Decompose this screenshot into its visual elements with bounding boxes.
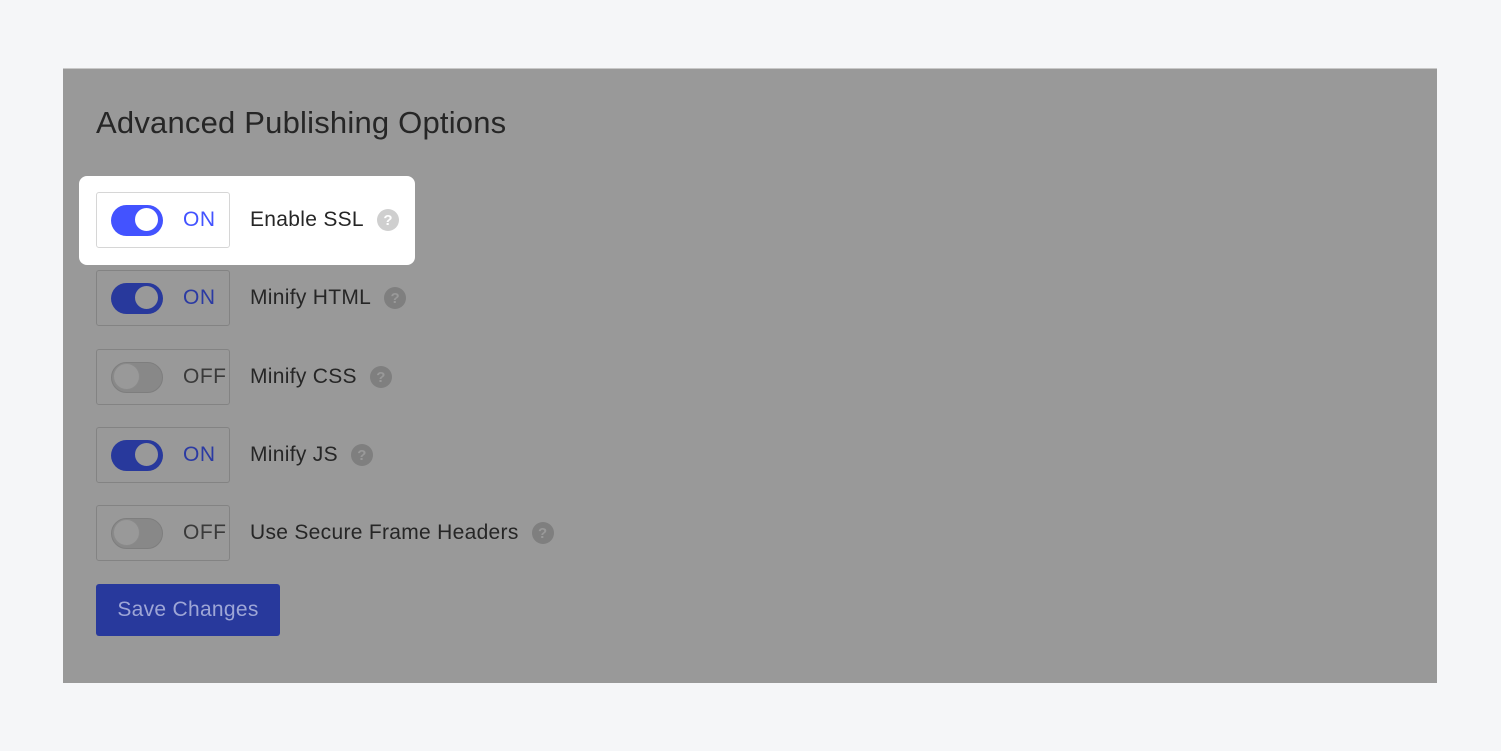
switch-knob [133,206,160,233]
minify-html-toggle[interactable]: ON [96,270,230,326]
question-circle-icon[interactable]: ? [369,366,392,388]
option-label: Use Secure Frame Headers [250,521,519,544]
switch-track[interactable] [111,283,163,314]
toggle-state-label: OFF [183,521,227,544]
option-label: Minify JS [250,443,338,466]
minify-js-toggle[interactable]: ON [96,427,230,483]
switch-knob [133,284,160,311]
switch-track[interactable] [111,518,163,549]
advanced-publishing-panel: Advanced Publishing Options ON Enable SS… [63,68,1437,683]
toggle-state-label: ON [183,208,216,231]
toggle-state-label: ON [183,443,216,466]
option-row-minify-html: ON Minify HTML ? [96,270,407,326]
question-circle-icon[interactable]: ? [531,522,554,544]
option-row-minify-js: ON Minify JS ? [96,427,373,483]
option-label: Minify HTML [250,286,372,309]
switch-track[interactable] [111,205,163,236]
toggle-state-label: OFF [183,365,227,388]
question-circle-icon[interactable]: ? [384,287,407,309]
option-row-secure-frame-headers: OFF Use Secure Frame Headers ? [96,505,554,561]
question-circle-icon[interactable]: ? [350,444,373,466]
switch-knob [133,441,160,468]
switch-knob [113,519,140,546]
panel-title: Advanced Publishing Options [96,105,507,140]
option-label: Minify CSS [250,365,357,388]
option-row-minify-css: OFF Minify CSS ? [96,349,392,405]
secure-frame-headers-toggle[interactable]: OFF [96,505,230,561]
switch-knob [113,363,140,390]
option-row-enable-ssl: ON Enable SSL ? [96,192,399,248]
toggle-state-label: ON [183,286,216,309]
minify-css-toggle[interactable]: OFF [96,349,230,405]
question-circle-icon[interactable]: ? [376,209,399,231]
highlight-callout: ON Enable SSL ? [79,176,415,265]
save-changes-button[interactable]: Save Changes [96,584,280,636]
enable-ssl-toggle[interactable]: ON [96,192,230,248]
switch-track[interactable] [111,362,163,393]
switch-track[interactable] [111,440,163,471]
option-label: Enable SSL [250,208,364,231]
